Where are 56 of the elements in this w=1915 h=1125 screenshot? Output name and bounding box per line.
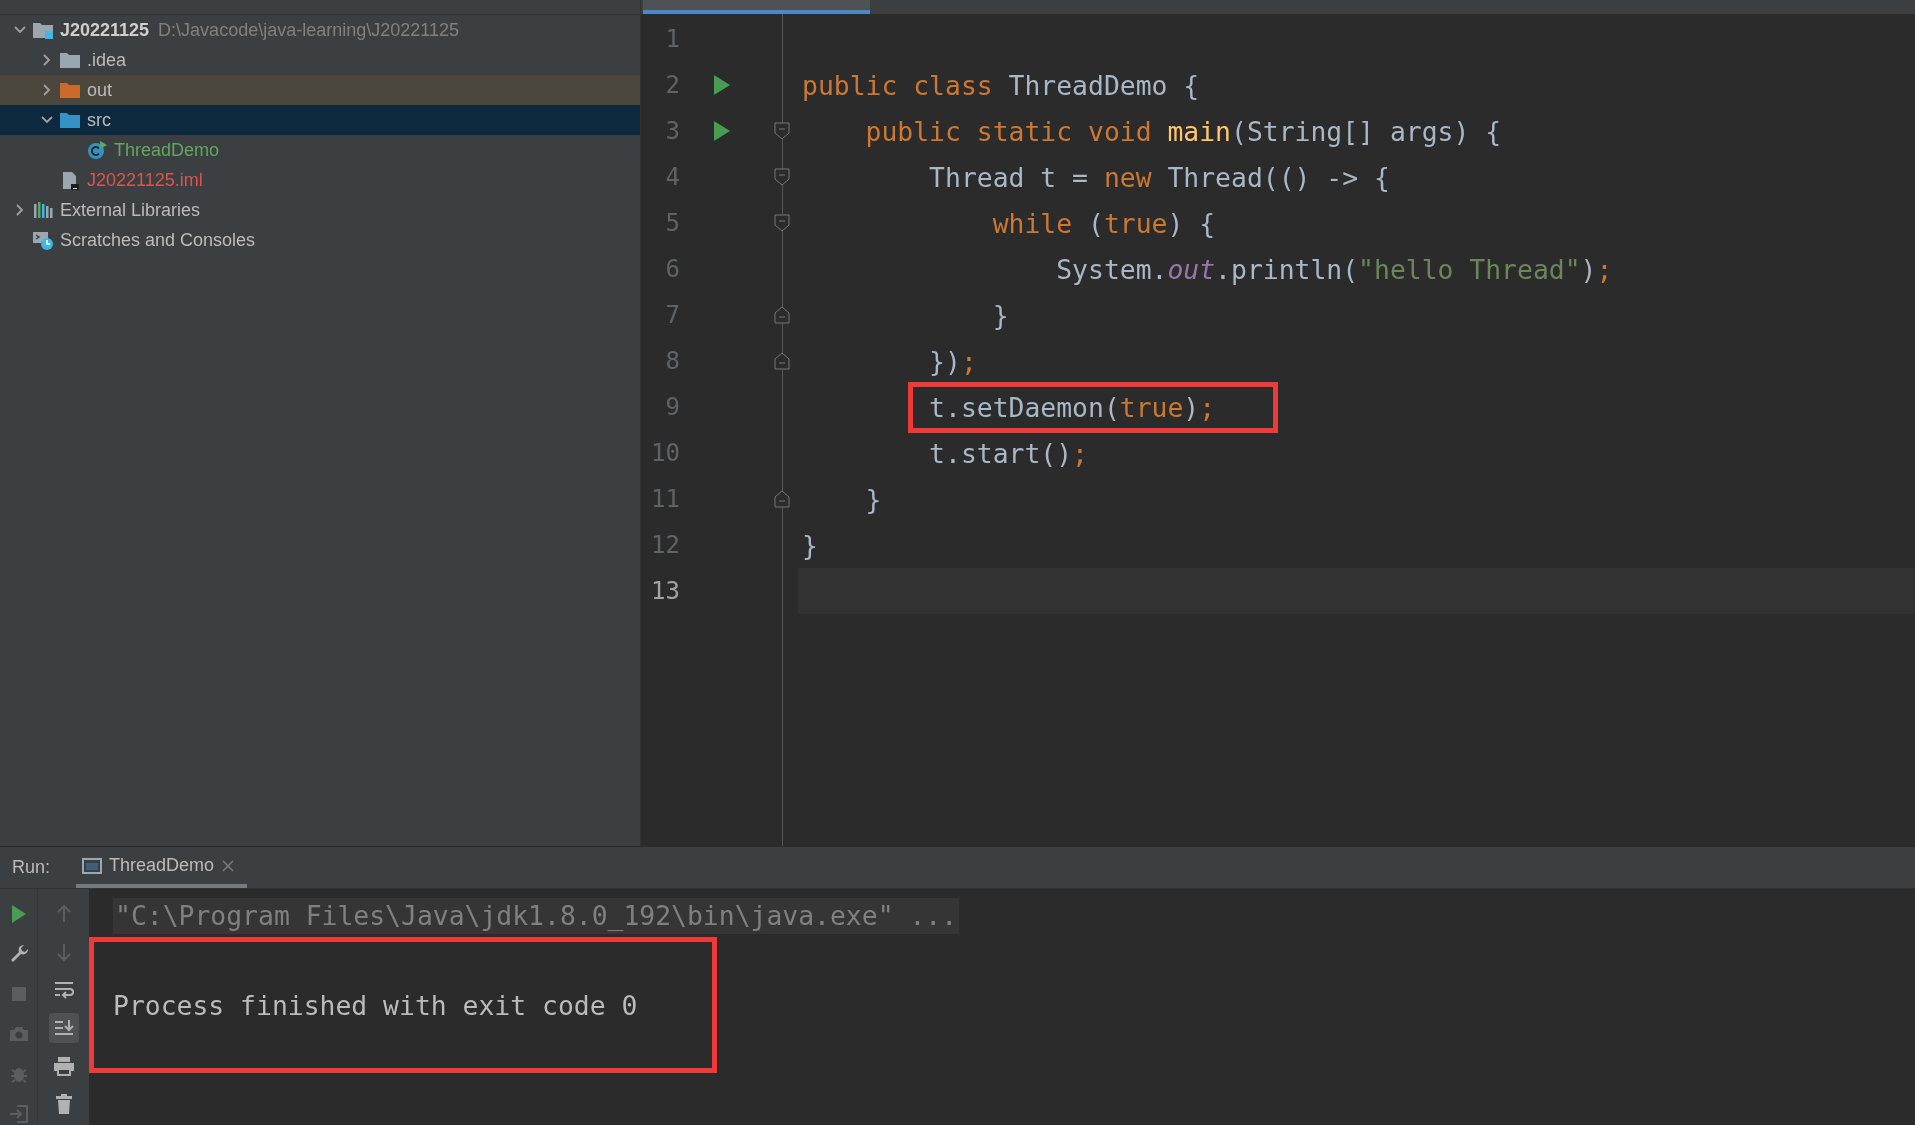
fold-icon[interactable] (774, 490, 790, 508)
run-icon[interactable] (713, 120, 731, 142)
library-icon (32, 200, 54, 220)
code-line: } (864, 483, 882, 515)
run-icon[interactable] (713, 74, 731, 96)
line-number: 6 (664, 255, 681, 283)
code-line: while (true) { (991, 207, 1216, 239)
code-line: System.out.println("hello Thread"); (1055, 253, 1613, 285)
line-number: 13 (650, 577, 681, 605)
folder-icon (32, 20, 54, 40)
code-line: Thread t = new Thread(() -> { (928, 161, 1390, 193)
class-icon (86, 140, 108, 160)
console-icon (82, 856, 103, 875)
line-number: 7 (664, 301, 681, 329)
code-line: t.setDaemon(true); (929, 391, 1216, 423)
editor-tab[interactable] (643, 0, 870, 14)
code-line: } (802, 529, 818, 561)
code-line: public static void main(String[] args) { (864, 115, 1502, 147)
tree-item[interactable]: J20221125 D:\Javacode\java-learning\J20221125 (0, 15, 640, 45)
scroll-to-end-button[interactable] (48, 1013, 79, 1043)
tree-item[interactable]: out (0, 75, 640, 105)
folder-icon (59, 110, 81, 130)
line-number: 9 (664, 393, 681, 421)
tree-item[interactable]: .idea (0, 45, 640, 75)
code-line: public class ThreadDemo { (802, 69, 1200, 101)
close-icon[interactable] (221, 858, 236, 873)
run-label: Run: (12, 857, 51, 878)
tree-item[interactable]: External Libraries (0, 195, 640, 225)
line-number: 8 (664, 347, 681, 375)
line-number: 3 (664, 117, 681, 145)
folder-icon (59, 80, 81, 100)
line-number: 11 (650, 485, 681, 513)
fold-icon[interactable] (774, 214, 790, 232)
line-number: 4 (664, 163, 681, 191)
fold-icon[interactable] (774, 168, 790, 186)
code-line: } (991, 299, 1009, 331)
fold-icon[interactable] (774, 306, 790, 324)
line-number: 5 (664, 209, 681, 237)
line-number: 1 (664, 25, 681, 53)
folder-icon (59, 50, 81, 70)
console-command: "C:\Program Files\Java\jdk1.8.0_192\bin\java.exe" ... (113, 898, 960, 934)
scratches-icon (32, 230, 54, 250)
line-number: 2 (664, 71, 681, 99)
run-tab[interactable]: ThreadDemo (76, 847, 248, 888)
console-output: Process finished with exit code 0 (113, 989, 638, 1021)
code-line: t.start(); (928, 437, 1088, 469)
line-number: 12 (650, 531, 681, 559)
code-line: }); (928, 345, 977, 377)
tree-item[interactable]: src (0, 105, 640, 135)
printer-icon (51, 1054, 76, 1078)
tree-item[interactable]: ThreadDemo (0, 135, 640, 165)
project-path: D:\Javacode\java-learning\J20221125 (158, 19, 459, 41)
fold-icon[interactable] (774, 122, 790, 140)
tree-item[interactable]: Scratches and Consoles (0, 225, 640, 255)
fold-icon[interactable] (774, 352, 790, 370)
line-number: 10 (650, 439, 681, 467)
